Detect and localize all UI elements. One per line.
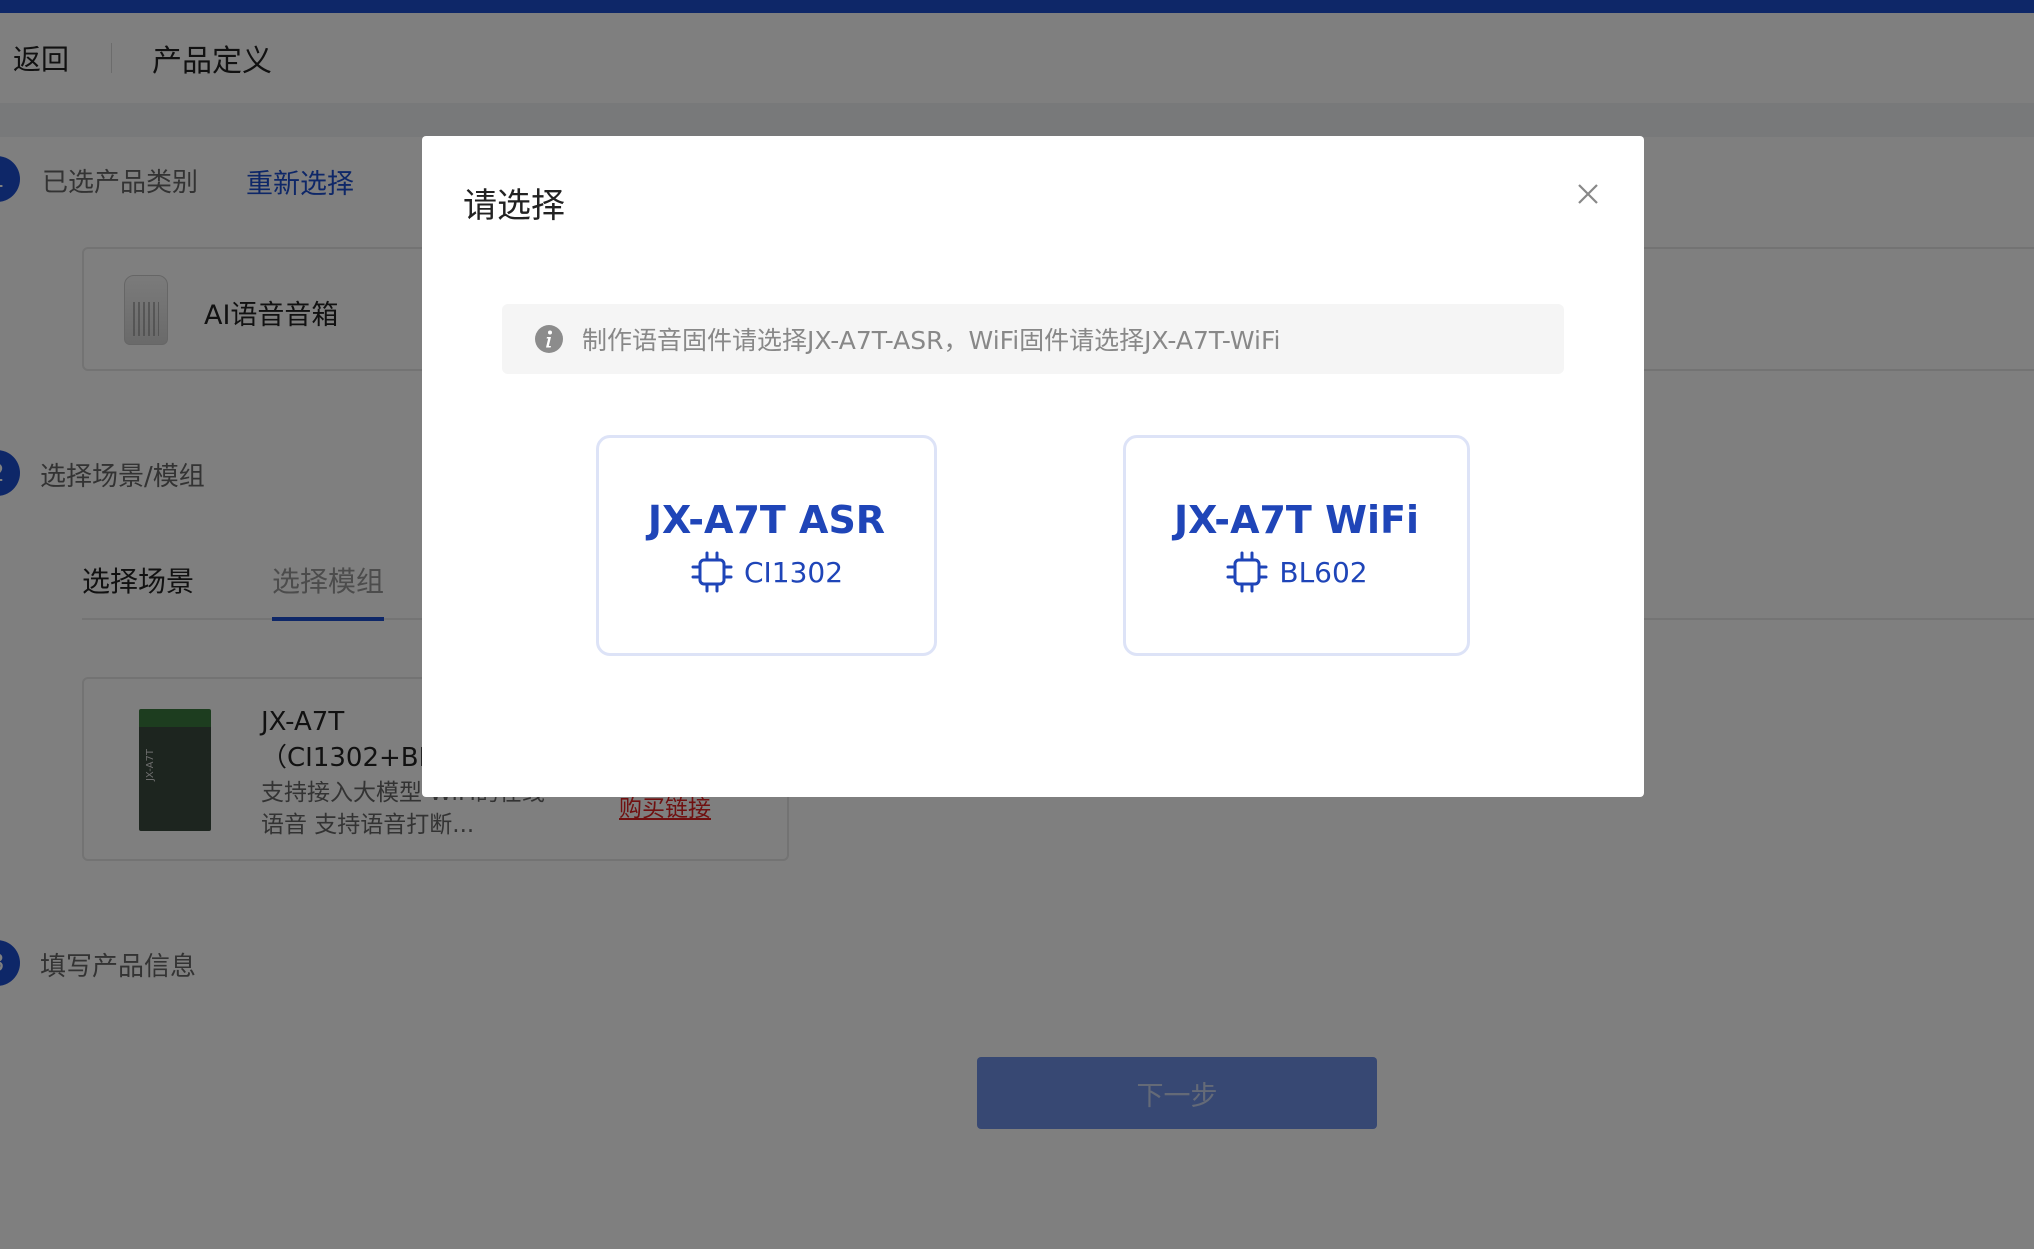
- info-icon: [535, 325, 563, 353]
- option-asr-chip: CI1302: [599, 550, 934, 594]
- notice-text: 制作语音固件请选择JX-A7T-ASR，WiFi固件请选择JX-A7T-WiFi: [582, 326, 1281, 355]
- option-wifi-chip: BL602: [1126, 550, 1467, 594]
- select-dialog: 请选择 制作语音固件请选择JX-A7T-ASR，WiFi固件请选择JX-A7T-…: [422, 136, 1644, 797]
- dialog-title: 请选择: [463, 186, 565, 226]
- option-wifi-title: JX-A7T WiFi: [1173, 498, 1420, 542]
- chip-icon: [691, 551, 733, 593]
- chip-icon: [1226, 551, 1268, 593]
- option-asr-chip-label: CI1302: [743, 555, 844, 589]
- option-asr-card[interactable]: JX-A7T ASR CI1302: [596, 435, 937, 656]
- close-icon[interactable]: [1572, 178, 1604, 210]
- option-wifi-card[interactable]: JX-A7T WiFi BL602: [1123, 435, 1470, 656]
- info-notice: 制作语音固件请选择JX-A7T-ASR，WiFi固件请选择JX-A7T-WiFi: [502, 304, 1564, 374]
- option-wifi-chip-label: BL602: [1279, 555, 1368, 589]
- option-asr-title: JX-A7T ASR: [647, 498, 886, 542]
